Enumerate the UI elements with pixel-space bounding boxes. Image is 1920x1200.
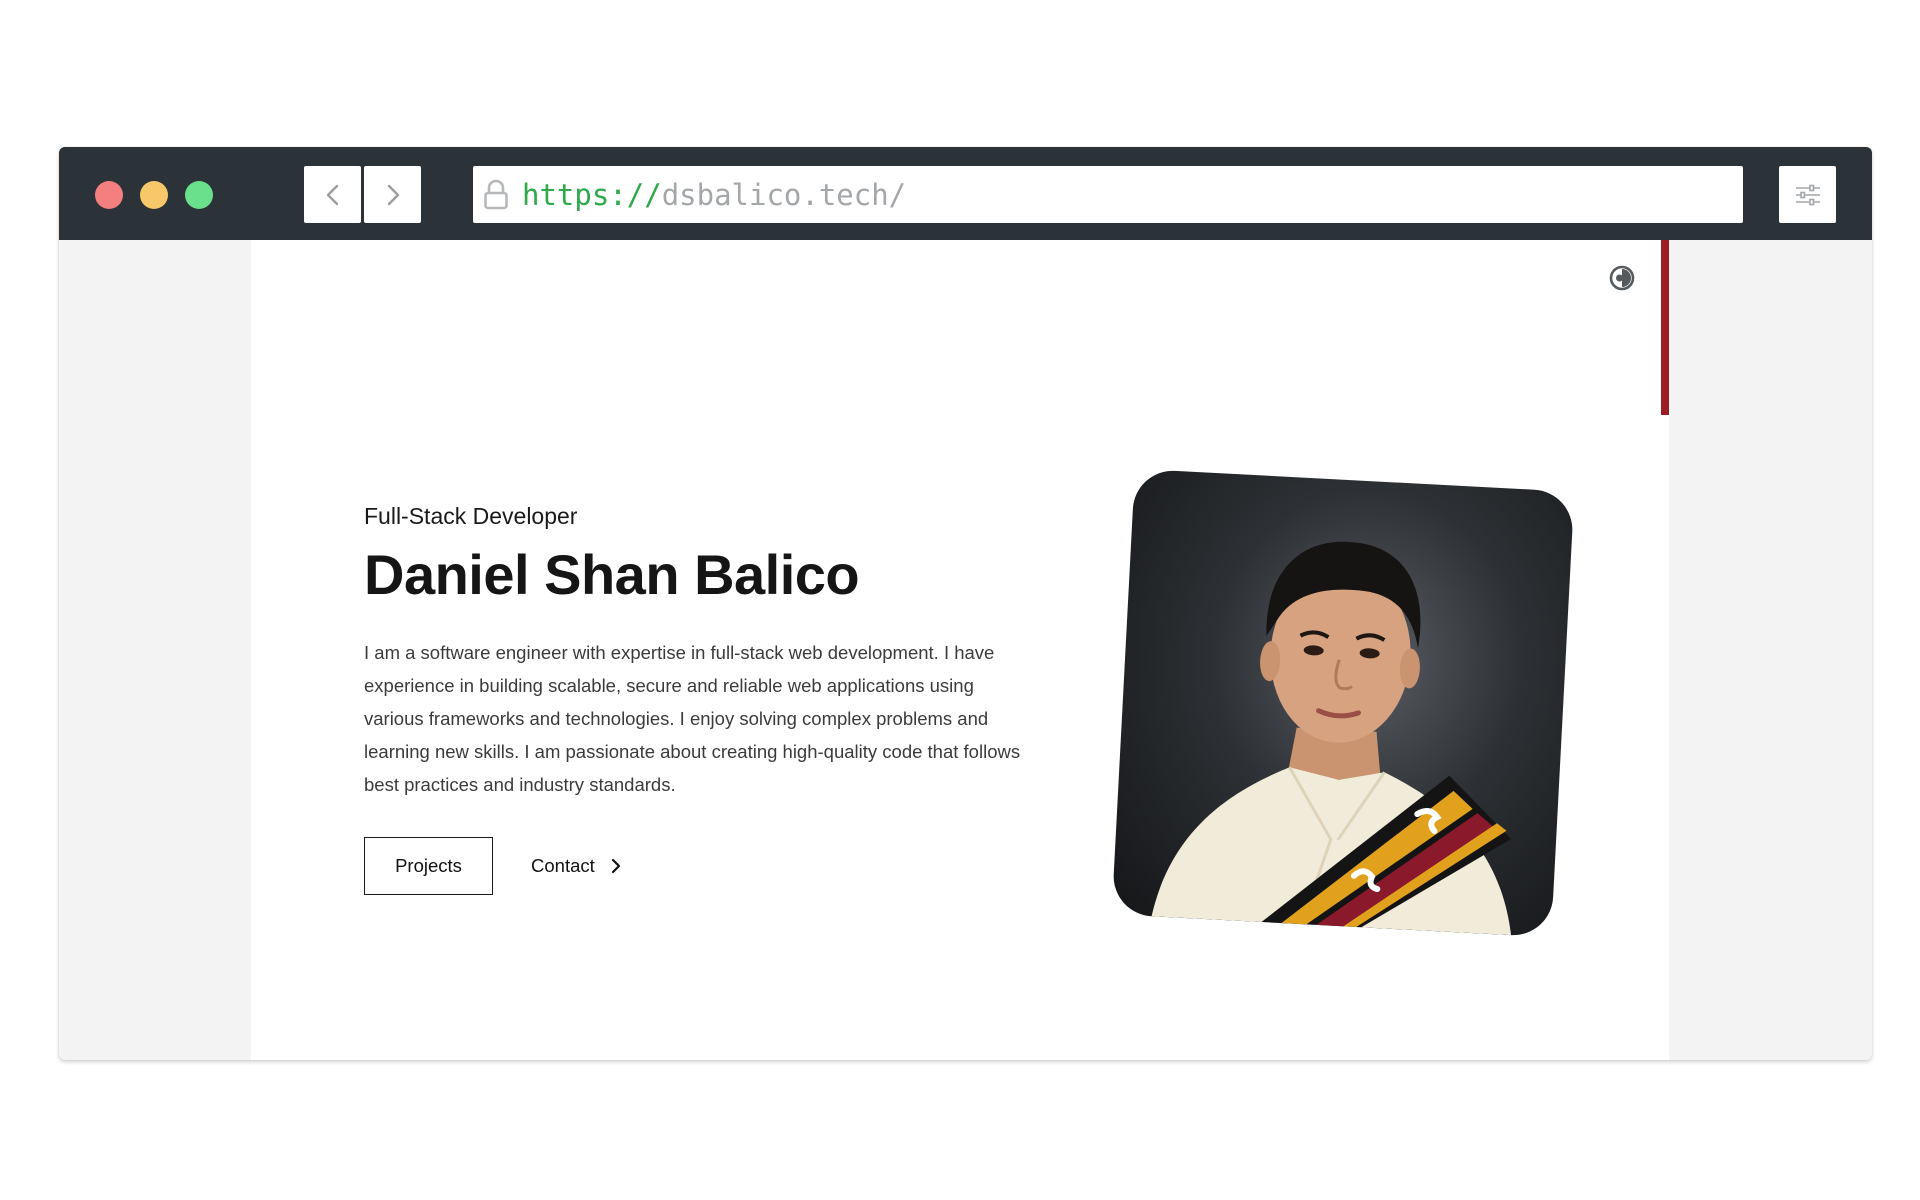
hero-bio: I am a software engineer with expertise … xyxy=(364,641,1021,795)
url-text[interactable]: https://dsbalico.tech/ xyxy=(522,178,906,212)
screenshot-stage: https://dsbalico.tech/ Full-Stack Develo… xyxy=(0,0,1920,1200)
projects-button[interactable]: Projects xyxy=(364,836,493,895)
back-button[interactable] xyxy=(304,166,361,223)
portfolio-page: Full-Stack Developer Daniel Shan Balico … xyxy=(251,240,1669,1060)
forward-button[interactable] xyxy=(364,166,421,223)
lock-icon xyxy=(483,178,513,212)
address-bar[interactable]: https://dsbalico.tech/ xyxy=(473,166,1743,223)
window-maximize-button[interactable] xyxy=(185,181,213,209)
chevron-left-icon xyxy=(326,184,338,205)
contact-label: Contact xyxy=(531,854,595,876)
window-close-button[interactable] xyxy=(95,181,123,209)
window-minimize-button[interactable] xyxy=(140,181,168,209)
portrait-photo xyxy=(1151,541,1512,936)
hero-role: Full-Stack Developer xyxy=(364,503,578,529)
hero-name: Daniel Shan Balico xyxy=(364,543,860,606)
browser-menu-button[interactable] xyxy=(1779,166,1836,223)
sliders-icon xyxy=(1795,184,1820,205)
chevron-right-icon xyxy=(387,184,399,205)
browser-toolbar: https://dsbalico.tech/ xyxy=(59,147,1872,240)
hero-actions: Projects Contact xyxy=(364,836,1024,895)
theme-toggle-button[interactable] xyxy=(1609,265,1635,291)
url-host: dsbalico.tech/ xyxy=(661,177,907,212)
browser-viewport: Full-Stack Developer Daniel Shan Balico … xyxy=(59,240,1872,1060)
hero-text: Full-Stack Developer Daniel Shan Balico … xyxy=(364,503,1024,895)
url-scheme: https:// xyxy=(522,177,662,212)
chevron-right-icon xyxy=(611,858,620,873)
scrollbar-thumb[interactable] xyxy=(1661,240,1669,415)
contrast-icon xyxy=(1609,265,1635,291)
contact-link[interactable]: Contact xyxy=(531,855,621,877)
browser-window: https://dsbalico.tech/ Full-Stack Develo… xyxy=(59,147,1872,1060)
profile-photo xyxy=(1111,468,1575,938)
